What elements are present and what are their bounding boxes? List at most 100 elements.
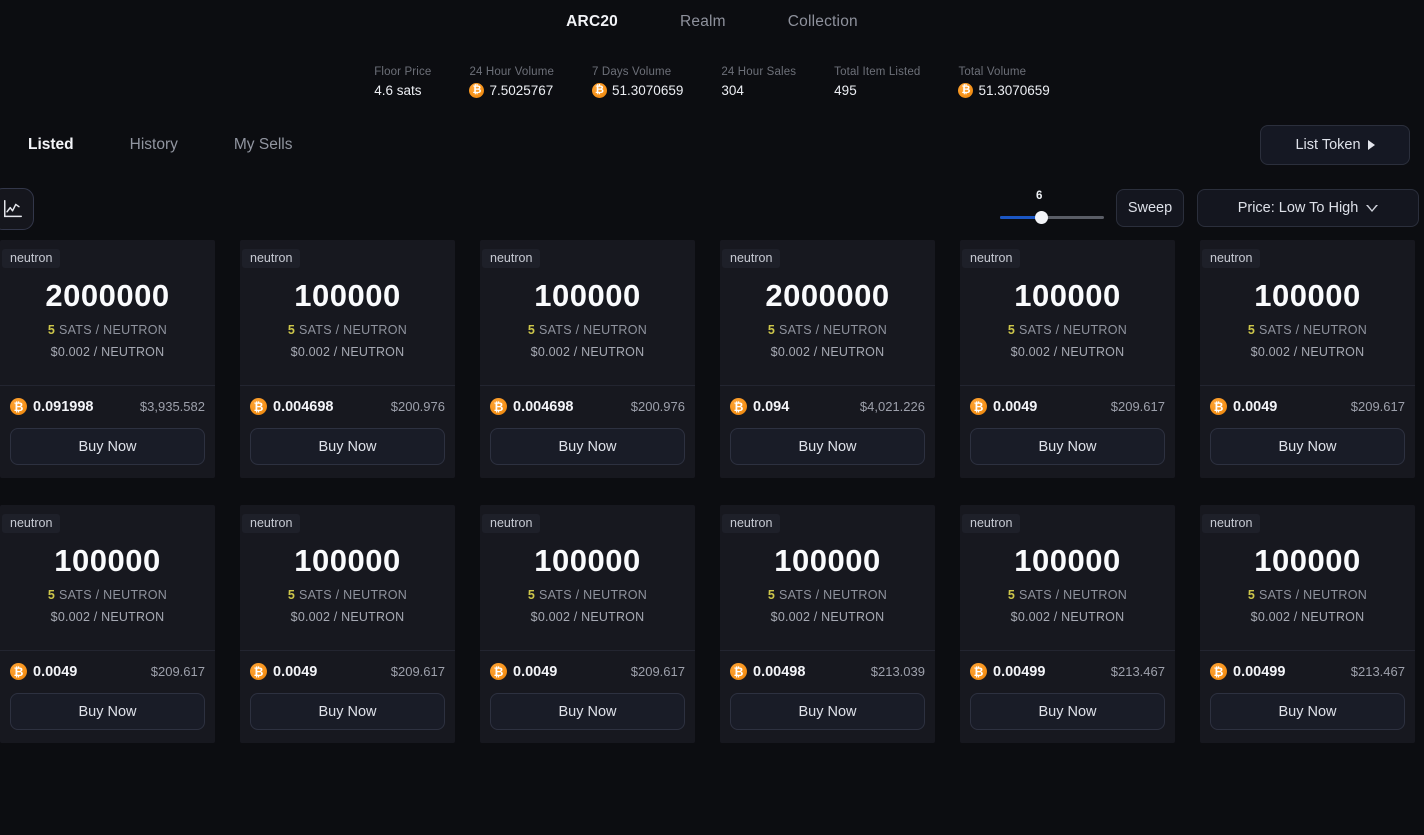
token-card[interactable]: neutron1000005 SATS / NEUTRON$0.002 / NE… (1200, 505, 1415, 743)
token-card[interactable]: neutron1000005 SATS / NEUTRON$0.002 / NE… (480, 240, 695, 478)
btc-price-value: 0.0049 (513, 664, 557, 680)
card-bottom: ₿0.00499$213.467 Buy Now (1200, 651, 1415, 743)
stat-value-wrap: 4.6 sats (374, 83, 431, 98)
ticker-badge: neutron (2, 514, 60, 533)
buy-now-label: Buy Now (318, 439, 376, 455)
btc-price: ₿0.00498 (730, 663, 805, 680)
list-token-button[interactable]: List Token (1260, 125, 1410, 165)
buy-now-button[interactable]: Buy Now (730, 693, 925, 730)
token-card[interactable]: neutron1000005 SATS / NEUTRON$0.002 / NE… (1200, 240, 1415, 478)
usd-rate: $0.002 / NEUTRON (480, 610, 695, 624)
token-card[interactable]: neutron1000005 SATS / NEUTRON$0.002 / NE… (240, 505, 455, 743)
usd-rate: $0.002 / NEUTRON (480, 345, 695, 359)
top-navigation: ARC20 Realm Collection (0, 0, 1424, 44)
token-amount: 100000 (720, 545, 935, 578)
usd-price: $209.617 (1351, 399, 1405, 414)
buy-now-button[interactable]: Buy Now (1210, 693, 1405, 730)
card-top: neutron1000005 SATS / NEUTRON$0.002 / NE… (480, 505, 695, 650)
sats-value: 5 (1008, 588, 1015, 602)
stat-value: 495 (834, 83, 857, 98)
token-card[interactable]: neutron20000005 SATS / NEUTRON$0.002 / N… (720, 240, 935, 478)
bitcoin-icon: ₿ (970, 663, 987, 680)
usd-rate: $0.002 / NEUTRON (1200, 345, 1415, 359)
sats-unit: SATS / NEUTRON (539, 323, 647, 337)
usd-rate: $0.002 / NEUTRON (240, 345, 455, 359)
sats-unit: SATS / NEUTRON (1019, 323, 1127, 337)
nav-item-collection[interactable]: Collection (788, 13, 858, 31)
buy-now-label: Buy Now (798, 704, 856, 720)
buy-now-button[interactable]: Buy Now (490, 428, 685, 465)
price-row: ₿0.00499$213.467 (970, 663, 1165, 680)
card-top: neutron1000005 SATS / NEUTRON$0.002 / NE… (1200, 240, 1415, 385)
sort-label: Price: Low To High (1238, 200, 1359, 216)
sats-unit: SATS / NEUTRON (59, 323, 167, 337)
card-top: neutron1000005 SATS / NEUTRON$0.002 / NE… (1200, 505, 1415, 650)
stat-value-wrap: ₿7.5025767 (469, 83, 554, 98)
buy-now-button[interactable]: Buy Now (730, 428, 925, 465)
btc-price-value: 0.004698 (273, 399, 333, 415)
stat-value: 304 (721, 83, 744, 98)
slider-thumb[interactable] (1035, 211, 1048, 224)
token-card[interactable]: neutron1000005 SATS / NEUTRON$0.002 / NE… (240, 240, 455, 478)
token-card[interactable]: neutron20000005 SATS / NEUTRON$0.002 / N… (0, 240, 215, 478)
buy-now-label: Buy Now (1038, 704, 1096, 720)
card-bottom: ₿0.0049$209.617Buy Now (240, 651, 455, 743)
ticker-badge: neutron (2, 249, 60, 268)
btc-price: ₿0.094 (730, 398, 789, 415)
buy-now-label: Buy Now (1278, 704, 1336, 720)
price-row: ₿0.0049$209.617 (970, 398, 1165, 415)
sats-rate: 5 SATS / NEUTRON (240, 588, 455, 602)
sats-value: 5 (1248, 323, 1255, 337)
sats-value: 5 (768, 588, 775, 602)
sort-dropdown[interactable]: Price: Low To High (1197, 189, 1419, 227)
ticker-badge: neutron (1202, 514, 1260, 533)
token-listing-grid: neutron20000005 SATS / NEUTRON$0.002 / N… (0, 240, 1424, 743)
card-bottom: ₿0.00499$213.467 Buy Now (960, 651, 1175, 743)
token-card[interactable]: neutron1000005 SATS / NEUTRON$0.002 / NE… (960, 240, 1175, 478)
token-amount: 100000 (960, 545, 1175, 578)
card-top: neutron20000005 SATS / NEUTRON$0.002 / N… (720, 240, 935, 385)
bitcoin-icon: ₿ (490, 663, 507, 680)
usd-rate: $0.002 / NEUTRON (720, 610, 935, 624)
price-row: ₿0.00499$213.467 (1210, 663, 1405, 680)
stat-value-wrap: ₿51.3070659 (592, 83, 683, 98)
token-card[interactable]: neutron1000005 SATS / NEUTRON$0.002 / NE… (720, 505, 935, 743)
nav-item-arc20[interactable]: ARC20 (566, 13, 618, 31)
tab-history[interactable]: History (102, 136, 206, 154)
buy-now-button[interactable]: Buy Now (490, 693, 685, 730)
sweep-quantity-slider[interactable]: 6 (1000, 190, 1104, 230)
sweep-button[interactable]: Sweep (1116, 189, 1184, 227)
tab-my-sells[interactable]: My Sells (206, 136, 321, 154)
card-top: neutron1000005 SATS / NEUTRON$0.002 / NE… (240, 505, 455, 650)
token-card[interactable]: neutron1000005 SATS / NEUTRON$0.002 / NE… (960, 505, 1175, 743)
chart-toggle-button[interactable] (0, 188, 34, 230)
price-row: ₿0.004698$200.976 (250, 398, 445, 415)
usd-rate: $0.002 / NEUTRON (0, 610, 215, 624)
btc-price-value: 0.091998 (33, 399, 93, 415)
usd-price: $209.617 (631, 664, 685, 679)
stat-value-wrap: ₿51.3070659 (958, 83, 1049, 98)
btc-price-value: 0.0049 (273, 664, 317, 680)
buy-now-button[interactable]: Buy Now (1210, 428, 1405, 465)
nav-item-realm[interactable]: Realm (680, 13, 726, 31)
price-row: ₿0.091998$3,935.582 (10, 398, 205, 415)
btc-price: ₿0.0049 (10, 663, 77, 680)
sats-unit: SATS / NEUTRON (779, 323, 887, 337)
sats-unit: SATS / NEUTRON (59, 588, 167, 602)
token-amount: 100000 (240, 280, 455, 313)
stat-7-days-volume: 7 Days Volume ₿51.3070659 (592, 66, 721, 98)
usd-price: $200.976 (391, 399, 445, 414)
tab-listed[interactable]: Listed (0, 136, 102, 154)
buy-now-button[interactable]: Buy Now (250, 693, 445, 730)
buy-now-button[interactable]: Buy Now (970, 428, 1165, 465)
chevron-down-icon (1366, 205, 1378, 212)
buy-now-button[interactable]: Buy Now (10, 693, 205, 730)
card-top: neutron1000005 SATS / NEUTRON$0.002 / NE… (480, 240, 695, 385)
token-card[interactable]: neutron1000005 SATS / NEUTRON$0.002 / NE… (480, 505, 695, 743)
buy-now-button[interactable]: Buy Now (250, 428, 445, 465)
buy-now-button[interactable]: Buy Now (10, 428, 205, 465)
token-card[interactable]: neutron1000005 SATS / NEUTRON$0.002 / NE… (0, 505, 215, 743)
buy-now-button[interactable]: Buy Now (970, 693, 1165, 730)
btc-price: ₿0.0049 (1210, 398, 1277, 415)
stat-label: 7 Days Volume (592, 66, 683, 78)
